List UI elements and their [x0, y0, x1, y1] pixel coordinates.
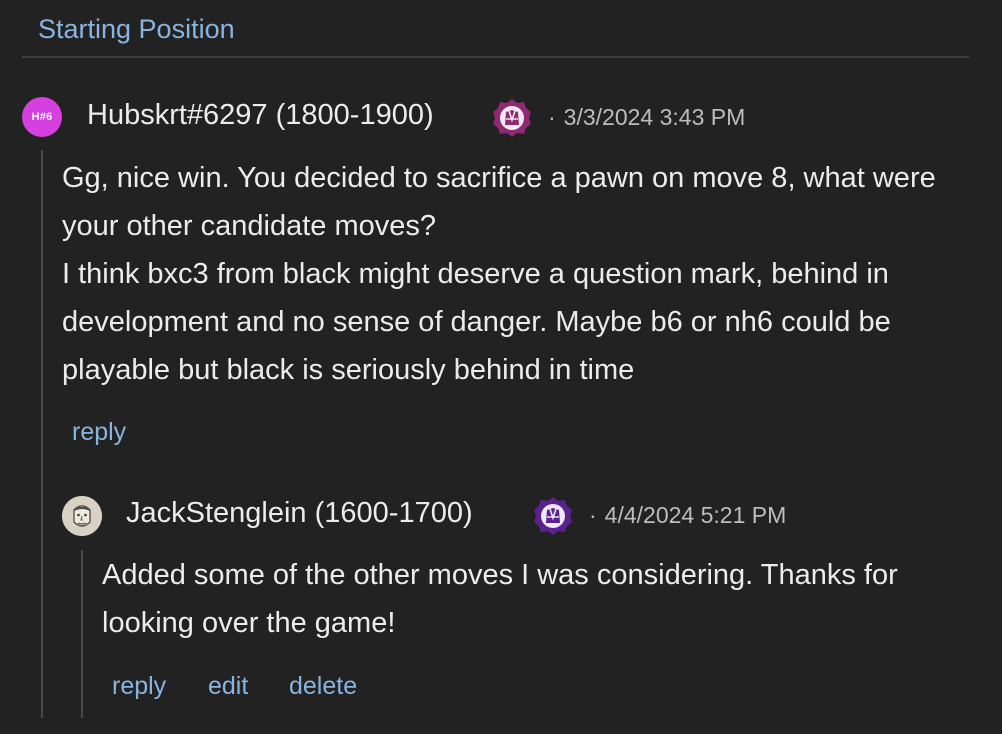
comment-body: Gg, nice win. You decided to sacrifice a…: [62, 154, 977, 394]
comment-paragraph: Gg, nice win. You decided to sacrifice a…: [62, 162, 936, 242]
comment-timestamp: · 3/3/2024 3:43 PM: [548, 104, 746, 130]
avatar[interactable]: H#6: [22, 97, 62, 137]
comments-header: Starting Position: [22, 0, 969, 58]
robe-badge-icon: [534, 497, 572, 535]
thread-line: [81, 550, 83, 718]
timestamp-text: 3/3/2024 3:43 PM: [563, 104, 746, 130]
avatar-initials: H#6: [31, 111, 53, 123]
reply-button[interactable]: reply: [112, 672, 166, 701]
robe-badge-icon: [493, 99, 531, 137]
avatar[interactable]: [62, 496, 102, 536]
comment-body: Added some of the other moves I was cons…: [102, 551, 972, 647]
thread-line: [41, 150, 43, 718]
edit-button[interactable]: edit: [208, 672, 248, 701]
timestamp-text: 4/4/2024 5:21 PM: [604, 502, 787, 528]
reply-button[interactable]: reply: [72, 418, 126, 447]
comment-paragraph: Added some of the other moves I was cons…: [102, 559, 898, 639]
delete-button[interactable]: delete: [289, 672, 357, 701]
comment-timestamp: · 4/4/2024 5:21 PM: [589, 502, 787, 528]
starting-position-link[interactable]: Starting Position: [38, 14, 235, 45]
comment-author[interactable]: Hubskrt#6297 (1800-1900): [87, 99, 434, 132]
sketch-face-avatar-icon: [62, 496, 102, 536]
comment-paragraph: I think bxc3 from black might deserve a …: [62, 258, 891, 386]
comment-author[interactable]: JackStenglein (1600-1700): [126, 497, 473, 530]
